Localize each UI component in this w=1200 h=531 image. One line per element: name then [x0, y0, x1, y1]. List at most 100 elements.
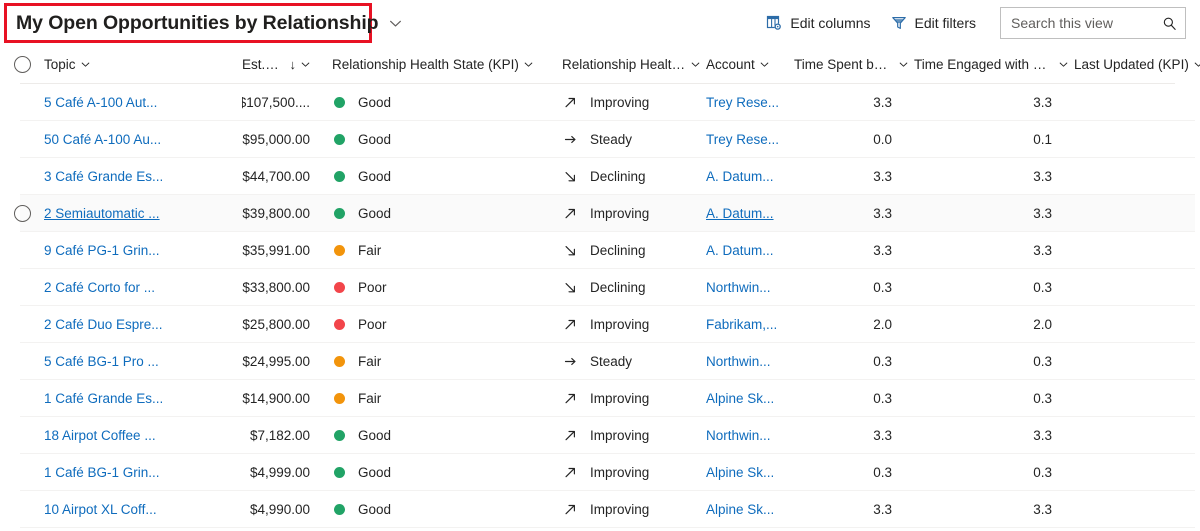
account-link[interactable]: Trey Rese...	[706, 95, 779, 110]
table-row[interactable]: 18 Airpot Coffee ...$7,182.00GoodImprovi…	[20, 417, 1195, 454]
topic-link[interactable]: 18 Airpot Coffee ...	[44, 428, 156, 443]
filter-icon	[891, 15, 907, 31]
table-row[interactable]: 1 Café BG-1 Grin...$4,999.00GoodImprovin…	[20, 454, 1195, 491]
topic-link[interactable]: 2 Café Corto for ...	[44, 280, 155, 295]
edit-columns-button[interactable]: Edit columns	[756, 6, 880, 40]
row-select-cell[interactable]	[0, 131, 44, 148]
chevron-down-icon[interactable]	[1194, 60, 1200, 69]
account-link[interactable]: Northwin...	[706, 280, 771, 295]
search-box[interactable]	[1000, 7, 1186, 39]
cell-time-engaged: 3.3	[914, 491, 1074, 527]
search-input[interactable]	[1011, 15, 1162, 31]
trend-label: Improving	[590, 502, 649, 517]
column-header-time-spent[interactable]: Time Spent by T...	[794, 46, 914, 83]
account-link[interactable]: Fabrikam,...	[706, 317, 777, 332]
sort-descending-icon[interactable]: ↓	[290, 57, 297, 72]
column-header-est-revenue[interactable]: Est. Re... ↓	[242, 46, 332, 83]
column-header-topic[interactable]: Topic	[44, 46, 242, 83]
column-header-time-engaged[interactable]: Time Engaged with Cust...	[914, 46, 1074, 83]
row-select-cell[interactable]	[0, 94, 44, 111]
table-row[interactable]: 50 Café A-100 Au...$95,000.00GoodSteadyT…	[20, 121, 1195, 158]
edit-filters-button[interactable]: Edit filters	[881, 6, 986, 40]
cell-time-spent: 0.0	[794, 121, 914, 157]
row-select-cell[interactable]	[0, 242, 44, 259]
search-icon[interactable]	[1162, 16, 1177, 31]
trend-label: Steady	[590, 354, 632, 369]
column-header-last-updated[interactable]: Last Updated (KPI)	[1074, 46, 1200, 83]
arrow-up-right-icon	[562, 466, 578, 479]
table-row[interactable]: 5 Café BG-1 Pro ...$24,995.00FairSteadyN…	[20, 343, 1195, 380]
time-spent-value: 0.3	[873, 354, 892, 369]
account-link[interactable]: Alpine Sk...	[706, 391, 774, 406]
account-link[interactable]: A. Datum...	[706, 169, 774, 184]
account-link[interactable]: Trey Rese...	[706, 132, 779, 147]
arrow-down-right-icon	[562, 170, 578, 183]
account-link[interactable]: A. Datum...	[706, 243, 774, 258]
topic-link[interactable]: 9 Café PG-1 Grin...	[44, 243, 160, 258]
account-link[interactable]: Alpine Sk...	[706, 465, 774, 480]
topic-link[interactable]: 50 Café A-100 Au...	[44, 132, 161, 147]
row-select-cell[interactable]	[0, 390, 44, 407]
topic-link[interactable]: 3 Café Grande Es...	[44, 169, 163, 184]
row-select-cell[interactable]	[0, 168, 44, 185]
table-row[interactable]: 5 Café A-100 Aut...$107,500....GoodImpro…	[20, 84, 1195, 121]
chevron-down-icon[interactable]	[81, 60, 90, 69]
time-spent-value: 3.3	[873, 502, 892, 517]
table-row[interactable]: 1 Café Grande Es...$14,900.00FairImprovi…	[20, 380, 1195, 417]
chevron-down-icon[interactable]	[760, 60, 769, 69]
column-header-relationship-health-state[interactable]: Relationship Health State (KPI)	[332, 46, 562, 83]
column-header-account[interactable]: Account	[706, 46, 794, 83]
row-select-circle-icon[interactable]	[14, 205, 31, 222]
table-row[interactable]: 3 Café Grande Es...$44,700.00GoodDeclini…	[20, 158, 1195, 195]
account-link[interactable]: Northwin...	[706, 354, 771, 369]
arrow-down-right-icon	[562, 244, 578, 257]
trend-label: Improving	[590, 391, 649, 406]
account-link[interactable]: A. Datum...	[706, 206, 774, 221]
column-header-relationship-health-trend[interactable]: Relationship Health ...	[562, 46, 706, 83]
table-row[interactable]: 10 Airpot XL Coff...$4,990.00GoodImprovi…	[20, 491, 1195, 528]
row-select-cell[interactable]	[0, 205, 44, 222]
time-engaged-value: 0.3	[1033, 354, 1052, 369]
table-row[interactable]: 2 Café Corto for ...$33,800.00PoorDeclin…	[20, 269, 1195, 306]
chevron-down-icon[interactable]	[524, 60, 533, 69]
cell-est-revenue: $33,800.00	[242, 269, 332, 305]
cell-account: Trey Rese...	[706, 84, 794, 120]
topic-link[interactable]: 5 Café BG-1 Pro ...	[44, 354, 159, 369]
topic-link[interactable]: 2 Café Duo Espre...	[44, 317, 163, 332]
topic-link[interactable]: 2 Semiautomatic ...	[44, 206, 160, 221]
row-select-cell[interactable]	[0, 464, 44, 481]
cell-relationship-health-trend: Declining	[562, 269, 706, 305]
topic-link[interactable]: 10 Airpot XL Coff...	[44, 502, 157, 517]
status-badge-dot	[334, 171, 345, 182]
time-engaged-value: 3.3	[1033, 428, 1052, 443]
select-all-cell[interactable]	[0, 56, 44, 73]
row-select-cell[interactable]	[0, 501, 44, 518]
cell-relationship-health-trend: Improving	[562, 380, 706, 416]
cell-time-spent: 2.0	[794, 306, 914, 342]
table-row[interactable]: 2 Semiautomatic ...$39,800.00GoodImprovi…	[20, 195, 1195, 232]
time-engaged-value: 0.3	[1033, 465, 1052, 480]
est-revenue-value: $44,700.00	[242, 169, 310, 184]
row-select-cell[interactable]	[0, 353, 44, 370]
cell-relationship-health-state: Good	[332, 158, 562, 194]
chevron-down-icon[interactable]	[691, 60, 700, 69]
topic-link[interactable]: 1 Café BG-1 Grin...	[44, 465, 160, 480]
chevron-down-icon[interactable]	[899, 60, 908, 69]
est-revenue-value: $25,800.00	[242, 317, 310, 332]
view-selector[interactable]: My Open Opportunities by Relationship	[7, 6, 411, 40]
table-row[interactable]: 9 Café PG-1 Grin...$35,991.00FairDeclini…	[20, 232, 1195, 269]
cell-time-engaged: 2.0	[914, 306, 1074, 342]
chevron-down-icon[interactable]	[301, 60, 310, 69]
table-row[interactable]: 2 Café Duo Espre...$25,800.00PoorImprovi…	[20, 306, 1195, 343]
account-link[interactable]: Northwin...	[706, 428, 771, 443]
row-select-cell[interactable]	[0, 279, 44, 296]
status-badge-dot	[334, 282, 345, 293]
row-select-cell[interactable]	[0, 316, 44, 333]
row-select-cell[interactable]	[0, 427, 44, 444]
select-all-circle-icon[interactable]	[14, 56, 31, 73]
time-spent-value: 0.3	[873, 280, 892, 295]
topic-link[interactable]: 5 Café A-100 Aut...	[44, 95, 157, 110]
account-link[interactable]: Alpine Sk...	[706, 502, 774, 517]
topic-link[interactable]: 1 Café Grande Es...	[44, 391, 163, 406]
chevron-down-icon[interactable]	[1059, 60, 1068, 69]
